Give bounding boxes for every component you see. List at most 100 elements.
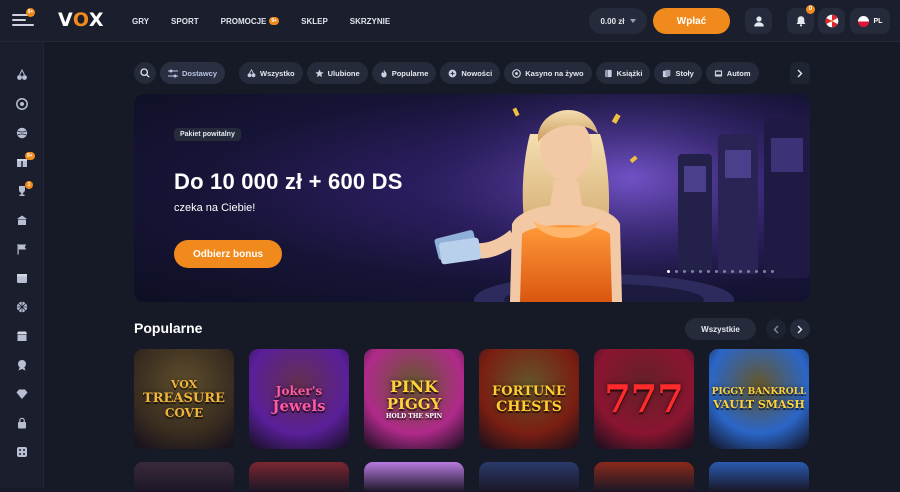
language-selector[interactable]: PL (850, 8, 890, 34)
game-tile[interactable]: VOX TREASURE COVE (134, 349, 234, 449)
carousel-dot[interactable] (667, 270, 670, 273)
carousel-dot[interactable] (755, 270, 758, 273)
logo-letter-o: O (72, 9, 89, 31)
nav-chests-label: SKRZYNIE (349, 16, 391, 26)
main-nav: GRY SPORT PROMOCJE 9+ SKLEP SKRZYNIE (132, 0, 412, 42)
carousel-dot[interactable] (683, 270, 686, 273)
diamond-icon[interactable] (16, 388, 28, 400)
chip-popular[interactable]: Popularne (371, 62, 437, 84)
cherries-icon[interactable] (16, 69, 28, 81)
sparkle-icon (449, 69, 457, 77)
calendar-icon[interactable] (16, 272, 28, 284)
chip-tables-label: Stoły (675, 68, 694, 78)
carousel-dot[interactable] (715, 270, 718, 273)
chip-icon[interactable] (16, 98, 28, 110)
trophy-icon[interactable]: 1 (16, 181, 33, 197)
logo-letter-v: V (58, 9, 73, 31)
search-button[interactable] (134, 62, 156, 84)
flag-icon[interactable] (16, 243, 28, 255)
game-title-line: PIGGY (386, 394, 442, 413)
carousel-dot[interactable] (699, 270, 702, 273)
chip-all[interactable]: Wszystko (239, 62, 303, 84)
deposit-button[interactable]: Wpłać (653, 8, 730, 34)
carousel-dot[interactable] (771, 270, 774, 273)
carousel-dot[interactable] (731, 270, 734, 273)
carousel-dot[interactable] (747, 270, 750, 273)
carousel-prev-button[interactable] (766, 319, 786, 339)
carousel-dot[interactable] (723, 270, 726, 273)
carousel-dot[interactable] (707, 270, 710, 273)
balance-value: 0.00 zł (600, 16, 625, 26)
game-title: VOX TREASURE COVE (143, 379, 225, 419)
hamburger-line (12, 24, 34, 26)
vox-logo[interactable]: VOX (58, 9, 104, 31)
wheel-button[interactable] (818, 8, 845, 34)
medal-icon[interactable] (16, 359, 28, 371)
trophy-badge: 1 (25, 181, 33, 189)
nav-shop[interactable]: SKLEP (301, 17, 328, 26)
menu-badge: 9+ (26, 8, 35, 17)
chip-tables[interactable]: Stoły (654, 62, 702, 84)
game-title-line: TREASURE (143, 391, 225, 406)
carousel-dot[interactable] (739, 270, 742, 273)
game-title-line: CHESTS (496, 398, 562, 415)
carousel-pagination (667, 270, 774, 273)
gift-icon[interactable]: 9+ (16, 152, 35, 168)
profile-button[interactable] (745, 8, 772, 34)
nav-sport[interactable]: SPORT (171, 17, 199, 26)
wheel-icon[interactable] (16, 301, 28, 313)
game-tile[interactable]: PIGGY BANKROLL VAULT SMASH (709, 349, 809, 449)
carousel-next-button[interactable] (790, 319, 810, 339)
hamburger-line (12, 19, 26, 21)
gift-badge: 9+ (25, 152, 35, 160)
lock-icon[interactable] (16, 417, 28, 429)
chip-all-label: Wszystko (260, 68, 295, 78)
chip-popular-label: Popularne (391, 68, 429, 78)
nav-chests[interactable]: SKRZYNIE (350, 17, 390, 26)
shop-icon[interactable] (16, 330, 28, 342)
game-tile[interactable]: PINK PIGGY HOLD THE SPIN (364, 349, 464, 449)
chip-favorites[interactable]: Ulubione (306, 62, 368, 84)
dice-icon[interactable] (16, 446, 28, 458)
game-title-line: HOLD THE SPIN (385, 412, 443, 420)
star-icon (315, 68, 324, 77)
notifications-badge: 0 (806, 5, 815, 14)
nav-promotions[interactable]: PROMOCJE 9+ (221, 17, 280, 26)
game-title-line: VAULT SMASH (713, 398, 805, 411)
carousel-dot[interactable] (763, 270, 766, 273)
fire-icon (381, 68, 387, 77)
notifications-button[interactable]: 0 (787, 5, 815, 34)
nav-shop-label: SKLEP (301, 16, 328, 26)
providers-filter[interactable]: Dostawcy (160, 62, 226, 84)
chip-slots[interactable]: Autom (705, 62, 759, 84)
balance-dropdown[interactable]: 0.00 zł (589, 8, 647, 34)
filters-scroll-right[interactable] (790, 62, 810, 84)
game-tile[interactable]: Joker's Jewels (249, 349, 349, 449)
see-all-button[interactable]: Wszystkie (685, 318, 756, 340)
section-title-popular: Popularne (134, 320, 203, 336)
claim-bonus-button[interactable]: Odbierz bonus (174, 240, 282, 268)
carousel-dot[interactable] (691, 270, 694, 273)
cherries-icon (247, 68, 256, 77)
ball-icon[interactable] (16, 127, 28, 139)
game-tile[interactable]: 777 (594, 349, 694, 449)
chip-favorites-label: Ulubione (327, 68, 360, 78)
hero-banner[interactable]: Pakiet powitalny Do 10 000 zł + 600 DS c… (134, 94, 810, 302)
fortune-wheel-icon (825, 14, 838, 28)
game-title: Joker's Jewels (272, 385, 325, 414)
category-filter-bar: Dostawcy Wszystko Ulubione Popularne Now… (134, 62, 810, 84)
game-title: 777 (604, 380, 683, 418)
language-code: PL (873, 17, 883, 25)
nav-games-label: GRY (132, 16, 150, 26)
game-title: PINK PIGGY HOLD THE SPIN (385, 378, 443, 420)
nav-games[interactable]: GRY (132, 17, 149, 26)
chip-live-casino[interactable]: Kasyno na żywo (504, 62, 592, 84)
game-tile[interactable]: FORTUNE CHESTS (479, 349, 579, 449)
building-icon[interactable] (16, 214, 28, 226)
logo-letter-x: X (88, 9, 105, 31)
game-title-line: 777 (604, 376, 684, 421)
chip-new[interactable]: Nowości (440, 62, 501, 84)
chip-books[interactable]: Książki (595, 62, 651, 84)
game-title-line: Jewels (272, 396, 326, 415)
carousel-dot[interactable] (675, 270, 678, 273)
